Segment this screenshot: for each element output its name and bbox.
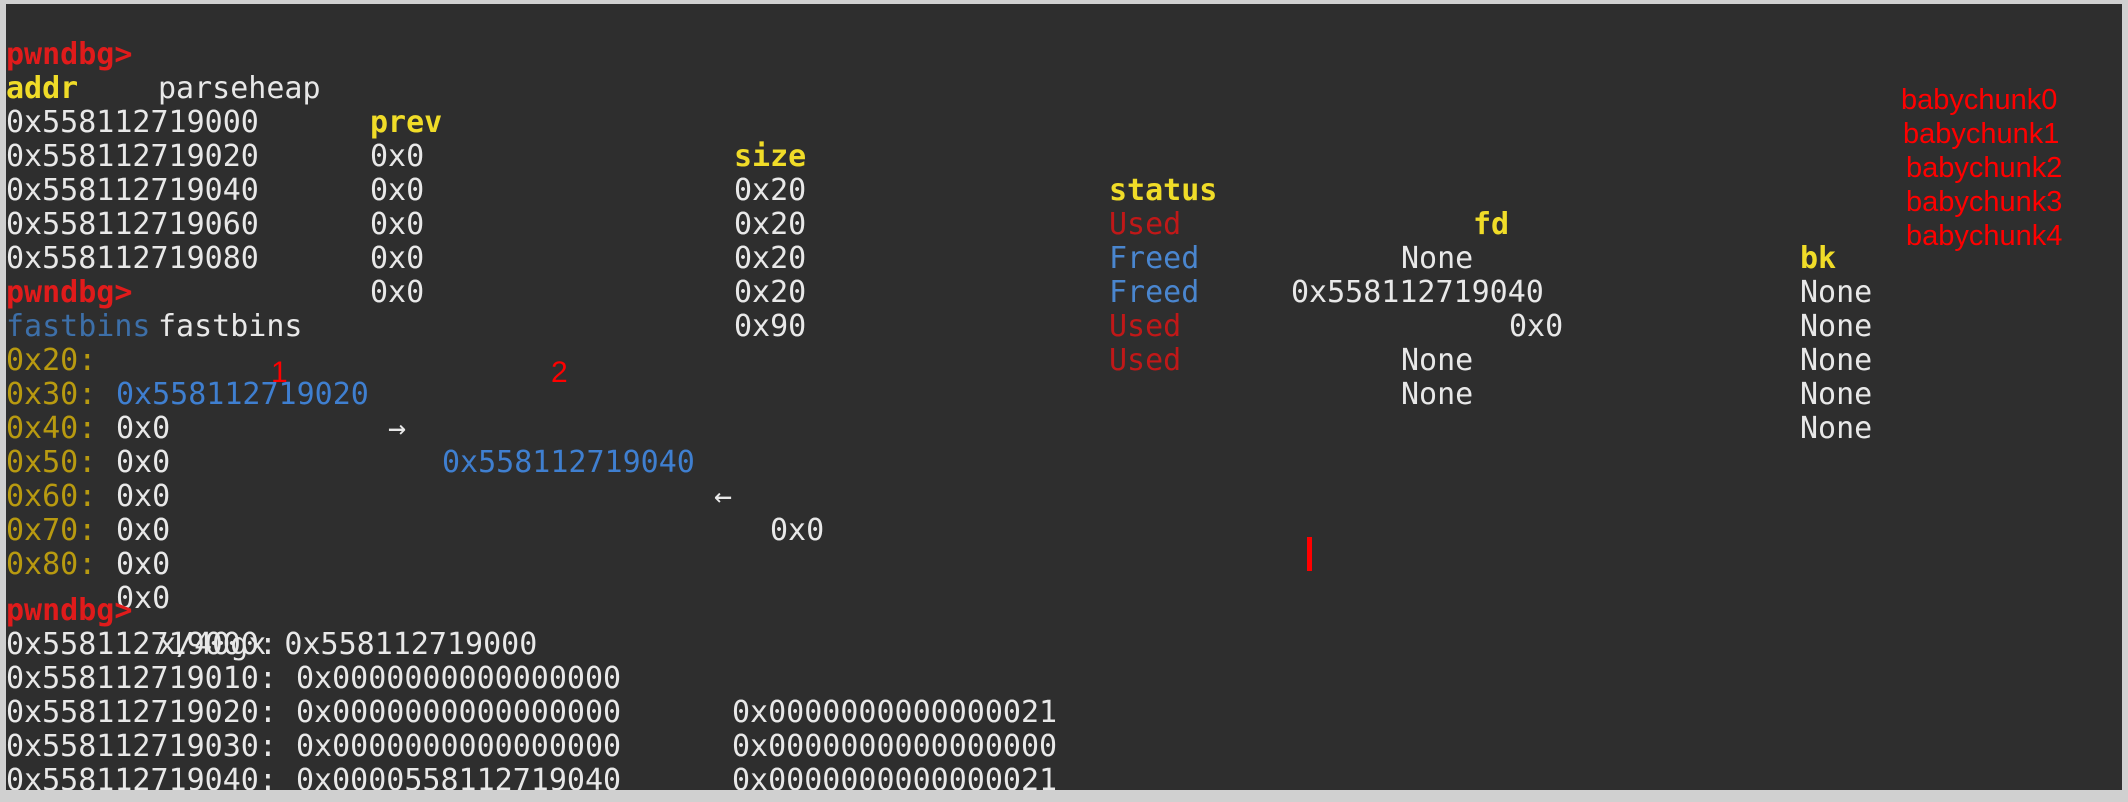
memdump-row: 0x558112719030: 0x0000558112719040 0x000… (6, 696, 2122, 791)
fastbin-entry-0x60: 0x60: 0x0 (6, 446, 2122, 548)
memdump-row: 0x558112719040: 0x0000000000000000 0x000… (6, 730, 2122, 791)
fastbin-entry-0x50: 0x50: 0x0 (6, 412, 2122, 514)
fastbin-entry-0x40: 0x40: 0x0 (6, 378, 2122, 480)
fastbin-entry-0x70: 0x70: 0x0 (6, 480, 2122, 582)
command-line-memdump: pwndbg> x/40gx 0x558112719000 (6, 560, 2122, 662)
table-row: 0x558112719020 0x0 0x20 Freed 0x55811271… (6, 106, 2122, 344)
terminal-window[interactable]: pwndbg> parseheap addr prev size status … (6, 4, 2122, 790)
parseheap-header-row: addr prev size status fd bk (6, 38, 2122, 276)
fastbins-title-row: fastbins (6, 276, 2122, 344)
table-row: 0x558112719040 0x0 0x20 Freed 0x0 None (6, 140, 2122, 378)
annotation-number-1: 1 (271, 356, 288, 389)
memdump-row: 0x558112719050: 0x0000000000000000 0x000… (6, 764, 2122, 790)
annotation-babychunk3: babychunk3 (1906, 186, 2063, 218)
table-row: 0x558112719080 0x0 0x90 Used None None (6, 208, 2122, 446)
memdump-row: 0x558112719020: 0x0000000000000000 0x000… (6, 662, 2122, 791)
annotation-babychunk1: babychunk1 (1903, 118, 2060, 150)
fastbin-entry-0x30: 0x30: 0x0 (6, 344, 2122, 446)
table-row: 0x558112719060 0x0 0x20 Used None None (6, 174, 2122, 412)
table-row: 0x558112719000 0x0 0x20 Used None None (6, 72, 2122, 310)
memdump-row: 0x558112719000: 0x0000000000000000 0x000… (6, 594, 2122, 730)
screenshot-root: pwndbg> parseheap addr prev size status … (0, 0, 2128, 802)
fastbin-entry-0x80: 0x80: 0x0 (6, 514, 2122, 616)
fastbin-entry-0x20: 0x20: 0x558112719020 → 0x558112719040 ← … (6, 310, 2122, 548)
command-line-fastbins: pwndbg> fastbins (6, 242, 2122, 344)
memdump-row: 0x558112719010: 0x0000000000000000 0x000… (6, 628, 2122, 764)
annotation-babychunk2: babychunk2 (1906, 152, 2063, 184)
command-line-parseheap: pwndbg> parseheap (6, 4, 2122, 106)
annotation-babychunk0: babychunk0 (1901, 84, 2058, 116)
annotation-number-2: 2 (551, 356, 568, 389)
